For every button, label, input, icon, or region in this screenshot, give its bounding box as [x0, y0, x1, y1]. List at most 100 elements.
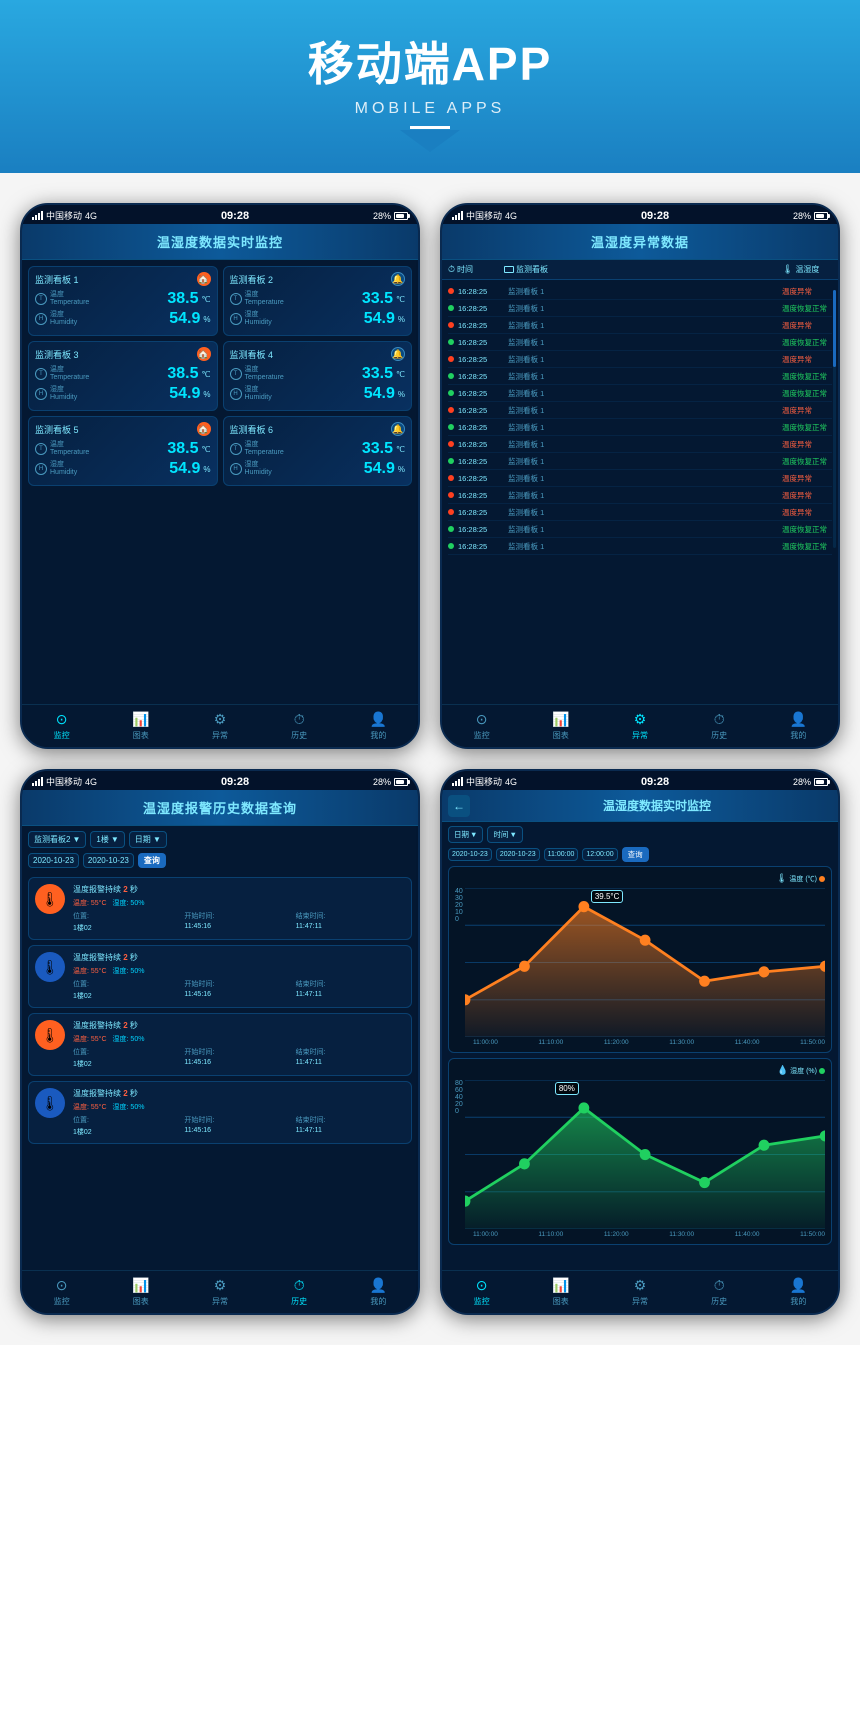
nav-chart-2[interactable]: 📊 图表	[552, 710, 570, 741]
humidity-label-en: Humidity	[50, 319, 77, 327]
nav-anomaly-4[interactable]: ⚙ 异常	[631, 1276, 649, 1307]
nav-anomaly-2[interactable]: ⚙ 异常	[631, 710, 649, 741]
humidity-label-en: Humidity	[245, 469, 272, 477]
chart-date-end[interactable]: 2020-10-23	[496, 848, 540, 861]
anomaly-time: 16:28:25	[458, 372, 504, 381]
monitor-status-icon: 🔔	[391, 347, 405, 361]
temp-unit: ℃	[396, 370, 405, 379]
location-filter[interactable]: 1楼 ▼	[90, 831, 124, 848]
monitor-card-title: 监测看板 4 🔔	[230, 347, 406, 361]
col-temp: 🌡 温湿度	[782, 264, 832, 275]
nav-profile-1[interactable]: 👤 我的	[369, 710, 387, 741]
humidity-icon: H	[230, 463, 242, 475]
nav-chart-1[interactable]: 📊 图表	[132, 710, 150, 741]
phone2-screen: 温湿度异常数据 ⏱ 时间 监测看板 🌡 温湿度 1	[442, 224, 838, 704]
query-button-3[interactable]: 查询	[138, 853, 166, 868]
location-value: 1楼02	[73, 1127, 182, 1137]
chart-query-btn[interactable]: 查询	[622, 847, 649, 862]
nav-monitor-3[interactable]: ⊙ 监控	[53, 1276, 71, 1307]
temp-value: 33.5	[362, 290, 393, 308]
battery-icon-3	[394, 778, 408, 786]
anomaly-row: 16:28:25 监测看板 1 温度异常	[448, 487, 832, 504]
anomaly-icon-nav-3: ⚙	[211, 1276, 229, 1294]
nav-monitor-1[interactable]: ⊙ 监控	[53, 710, 71, 741]
monitor-card-title: 监测看板 3 🏠	[35, 347, 211, 361]
chart-screen-content: 日期 ▼ 时间 ▼ 2020-10-23 2020-10-23 11:00:00…	[442, 822, 838, 1254]
nav-anomaly-1[interactable]: ⚙ 异常	[211, 710, 229, 741]
time-filter-btn[interactable]: 时间 ▼	[487, 826, 522, 843]
history-title: 温度报警持续 2 秒	[73, 884, 405, 895]
nav-profile-2[interactable]: 👤 我的	[789, 710, 807, 741]
phones-grid: 中国移动 4G 09:28 28% 温湿度数据实时监控 监测看板 1 🏠	[0, 173, 860, 1345]
anomaly-time: 16:28:25	[458, 542, 504, 551]
nav-history-4[interactable]: ⏱ 历史	[710, 1276, 728, 1307]
carrier-2: 中国移动	[466, 209, 502, 222]
humidity-svg	[465, 1080, 825, 1229]
phone3-bottom-nav: ⊙ 监控 📊 图表 ⚙ 异常 ⏱ 历史 👤 我的	[22, 1270, 418, 1313]
header-divider	[410, 126, 450, 129]
anomaly-row: 16:28:25 监测看板 1 温度恢复正常	[448, 385, 832, 402]
anomaly-panel: 监测看板 1	[508, 507, 778, 518]
nav-label-history-3: 历史	[291, 1296, 307, 1307]
humidity-value: 54.9	[364, 310, 395, 328]
date-filter-label: 日期 ▼	[129, 831, 167, 848]
panel-icon	[504, 266, 514, 273]
humidity-icon: H	[35, 463, 47, 475]
nav-history-2[interactable]: ⏱ 历史	[710, 710, 728, 741]
phone1-screen: 温湿度数据实时监控 监测看板 1 🏠 T 温度 Temperature 38.5…	[22, 224, 418, 704]
phone3-screen: 温湿度报警历史数据查询 监测看板2 ▼ 1楼 ▼ 日期 ▼ 2020-10-23…	[22, 790, 418, 1270]
anomaly-panel: 监测看板 1	[508, 405, 778, 416]
humidity-peak-label: 80%	[555, 1082, 579, 1095]
date-filter-btn[interactable]: 日期 ▼	[448, 826, 483, 843]
nav-history-3[interactable]: ⏱ 历史	[290, 1276, 308, 1307]
nav-monitor-4[interactable]: ⊙ 监控	[473, 1276, 491, 1307]
date-start-input[interactable]: 2020-10-23	[28, 853, 79, 868]
anomaly-row: 16:28:25 监测看板 1 温度异常	[448, 351, 832, 368]
carrier-3: 中国移动	[46, 775, 82, 788]
humidity-label-en: Humidity	[50, 469, 77, 477]
status-dot	[448, 373, 454, 379]
chart-time-start[interactable]: 11:00:00	[544, 848, 579, 861]
chart-time-end[interactable]: 12:00:00	[582, 848, 617, 861]
chart-date-start[interactable]: 2020-10-23	[448, 848, 492, 861]
status-dot	[448, 424, 454, 430]
anomaly-list: 16:28:25 监测看板 1 温度异常 16:28:25 监测看板 1 温度恢…	[442, 280, 838, 558]
date-end-input[interactable]: 2020-10-23	[83, 853, 134, 868]
anomaly-time: 16:28:25	[458, 406, 504, 415]
temp-peak-label: 39.5°C	[591, 890, 624, 903]
scroll-indicator[interactable]	[833, 290, 836, 548]
anomaly-header: ⏱ 时间 监测看板 🌡 温湿度	[442, 260, 838, 280]
anomaly-panel: 监测看板 1	[508, 337, 778, 348]
nav-history-1[interactable]: ⏱ 历史	[290, 710, 308, 741]
nav-label-profile-1: 我的	[370, 730, 386, 741]
panel-filter[interactable]: 监测看板2 ▼	[28, 831, 86, 848]
humidity-row: H 湿度 Humidity 54.9 %	[230, 385, 406, 403]
monitor-card-title: 监测看板 1 🏠	[35, 272, 211, 286]
temp-chart-legend: 🌡 温度 (℃)	[455, 873, 825, 884]
start-label: 开始时间:	[184, 911, 293, 921]
anomaly-time: 16:28:25	[458, 457, 504, 466]
status-dot	[448, 339, 454, 345]
history-info: 温度报警持续 2 秒 温度: 55°C 湿度: 50% 位置: 开始时间: 结束…	[73, 1020, 405, 1069]
end-label: 结束时间:	[296, 979, 405, 989]
nav-anomaly-3[interactable]: ⚙ 异常	[211, 1276, 229, 1307]
history-temp: 温度: 55°C	[73, 1102, 107, 1112]
nav-chart-3[interactable]: 📊 图表	[132, 1276, 150, 1307]
history-temp: 温度: 55°C	[73, 966, 107, 976]
history-icon-nav: ⏱	[290, 710, 308, 728]
phone-realtime-chart: 中国移动 4G 09:28 28% ← 温湿度数据实时监控 日	[440, 769, 840, 1315]
back-button[interactable]: ←	[448, 795, 470, 817]
nav-monitor-2[interactable]: ⊙ 监控	[473, 710, 491, 741]
temp-value: 38.5	[167, 365, 198, 383]
nav-profile-3[interactable]: 👤 我的	[369, 1276, 387, 1307]
chart-filter-row1: 日期 ▼ 时间 ▼	[448, 826, 832, 843]
temp-label: 温度	[245, 366, 284, 374]
network-2: 4G	[505, 211, 517, 221]
nav-profile-4[interactable]: 👤 我的	[789, 1276, 807, 1307]
phone3-screen-title: 温湿度报警历史数据查询	[22, 790, 418, 826]
status-dot	[448, 288, 454, 294]
nav-chart-4[interactable]: 📊 图表	[552, 1276, 570, 1307]
anomaly-time: 16:28:25	[458, 440, 504, 449]
anomaly-time: 16:28:25	[458, 287, 504, 296]
chart-icon-nav-4: 📊	[552, 1276, 570, 1294]
